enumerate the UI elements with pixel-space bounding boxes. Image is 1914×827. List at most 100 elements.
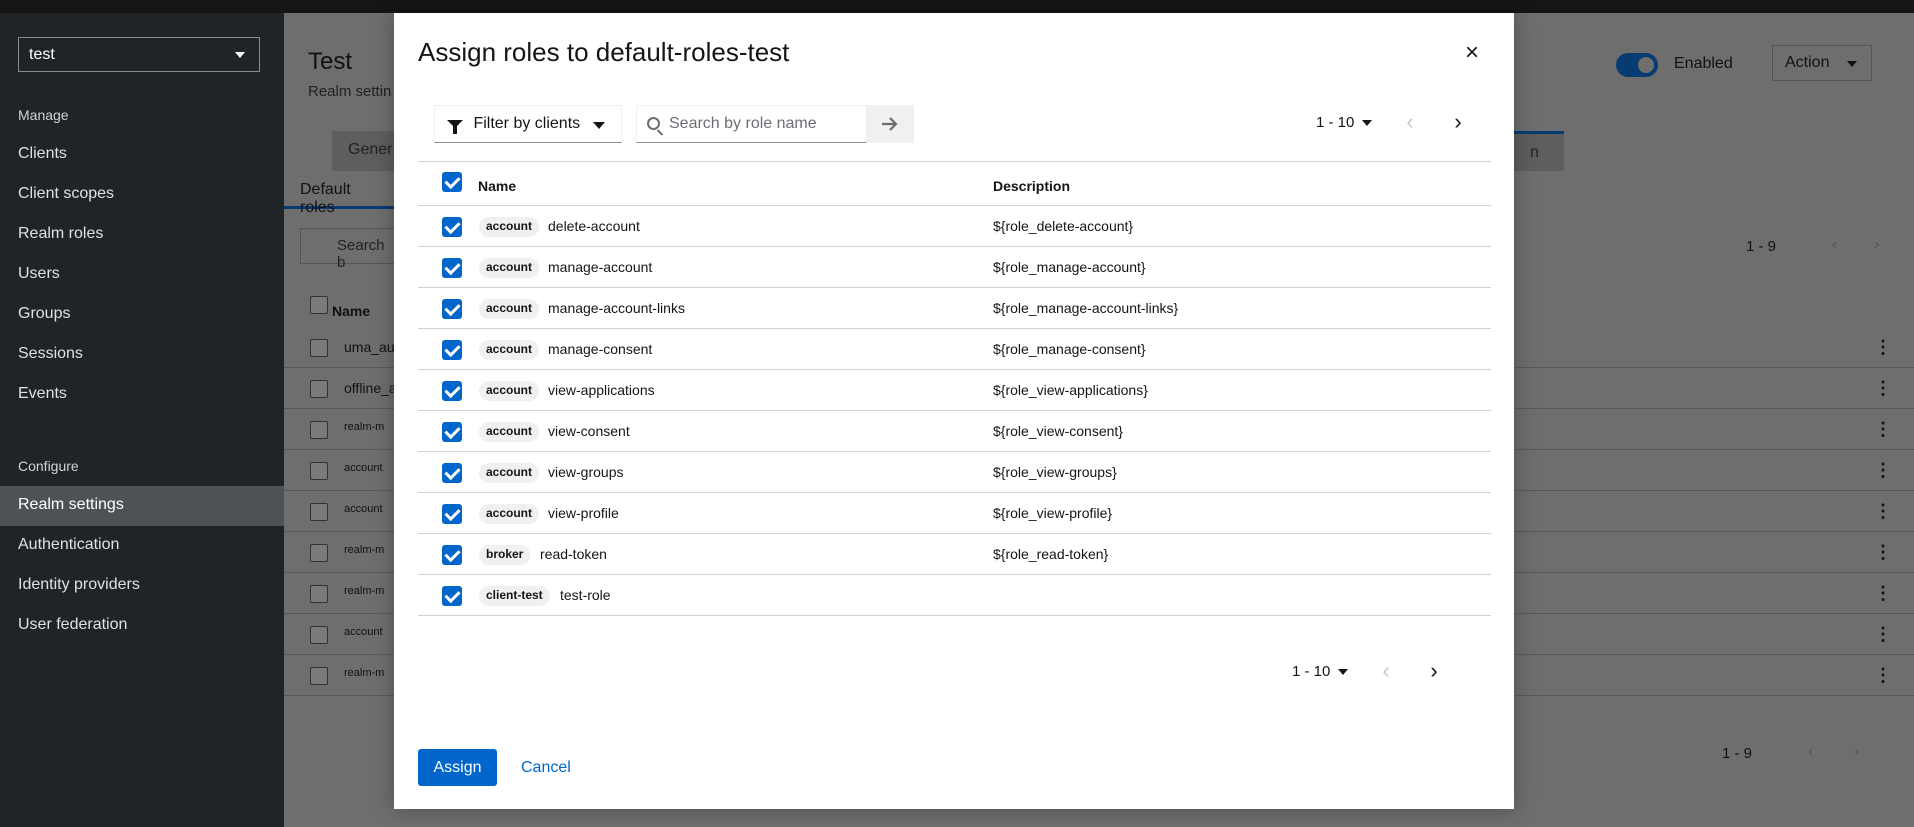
pagination-bottom-toggle[interactable]: 1 - 10 [1292, 663, 1349, 680]
background-name-header: Name [332, 303, 371, 319]
caret-down-icon [235, 52, 245, 58]
role-name: view-consent [548, 423, 630, 439]
arrow-right-icon [882, 117, 898, 131]
row-checkbox[interactable] [310, 339, 328, 357]
kebab-icon[interactable]: ⋮ [1874, 378, 1892, 399]
chevron-right-icon[interactable]: › [1448, 111, 1468, 133]
column-header-description: Description [993, 178, 1071, 194]
chevron-left-icon[interactable]: ‹ [1400, 111, 1420, 133]
row-checkbox[interactable] [442, 422, 462, 442]
chevron-left-icon[interactable]: ‹ [1376, 660, 1396, 682]
row-name: realm-m [344, 421, 385, 433]
row-checkbox[interactable] [310, 421, 328, 439]
row-checkbox[interactable] [310, 585, 328, 603]
assign-roles-modal: Assign roles to default-roles-test × Fil… [394, 13, 1514, 809]
sidebar-item-users[interactable]: Users [0, 255, 284, 295]
enabled-toggle[interactable] [1616, 53, 1658, 77]
table-row[interactable]: broker read-token ${role_read-token} [418, 534, 1491, 575]
row-checkbox[interactable] [442, 299, 462, 319]
sidebar-item-authentication[interactable]: Authentication [0, 526, 284, 566]
role-name: test-role [560, 587, 611, 603]
sidebar-item-realm-roles[interactable]: Realm roles [0, 215, 284, 255]
background-pagination-top[interactable]: 1 - 9 [1746, 238, 1776, 255]
kebab-icon[interactable]: ⋮ [1874, 419, 1892, 440]
subtab-default-roles[interactable]: Default roles [284, 173, 394, 216]
row-checkbox[interactable] [310, 503, 328, 521]
kebab-icon[interactable]: ⋮ [1874, 501, 1892, 522]
sidebar-item-groups[interactable]: Groups [0, 295, 284, 335]
table-row[interactable]: account view-applications ${role_view-ap… [418, 370, 1491, 411]
close-icon[interactable]: × [1460, 41, 1484, 65]
sidebar-item-identity-providers[interactable]: Identity providers [0, 566, 284, 606]
row-checkbox[interactable] [442, 258, 462, 278]
row-checkbox[interactable] [442, 586, 462, 606]
row-checkbox[interactable] [310, 380, 328, 398]
filter-by-clients-dropdown[interactable]: Filter by clients [434, 105, 622, 143]
row-checkbox[interactable] [310, 626, 328, 644]
tab-user-registration[interactable]: n [1514, 131, 1564, 171]
sidebar-item-client-scopes[interactable]: Client scopes [0, 175, 284, 215]
role-description: ${role_manage-account-links} [993, 300, 1179, 316]
sidebar-item-realm-settings[interactable]: Realm settings [0, 486, 284, 526]
search-input[interactable] [667, 106, 863, 142]
chevron-right-icon[interactable]: › [1874, 236, 1879, 254]
pagination-bottom-label: 1 - 10 [1292, 663, 1331, 680]
kebab-icon[interactable]: ⋮ [1874, 542, 1892, 563]
top-masthead [0, 0, 1914, 13]
row-checkbox[interactable] [442, 381, 462, 401]
caret-down-icon [1847, 61, 1857, 67]
page-title: Test [308, 48, 353, 75]
assign-button[interactable]: Assign [418, 749, 497, 786]
filter-icon [447, 119, 463, 134]
table-row[interactable]: account view-groups ${role_view-groups} [418, 452, 1491, 493]
table-row[interactable]: account view-consent ${role_view-consent… [418, 411, 1491, 452]
column-header-name: Name [478, 178, 517, 194]
caret-down-icon [593, 122, 605, 129]
sidebar-item-events[interactable]: Events [0, 375, 284, 415]
table-row[interactable]: account manage-account-links ${role_mana… [418, 288, 1491, 329]
row-name: realm-m [344, 544, 385, 556]
search-submit-button[interactable] [867, 105, 914, 143]
sidebar-item-user-federation[interactable]: User federation [0, 606, 284, 646]
table-row[interactable]: account manage-account ${role_manage-acc… [418, 247, 1491, 288]
row-checkbox[interactable] [310, 667, 328, 685]
role-name: view-groups [548, 464, 624, 480]
table-row[interactable]: account delete-account ${role_delete-acc… [418, 206, 1491, 247]
chevron-right-icon[interactable]: › [1854, 743, 1859, 761]
row-checkbox[interactable] [442, 545, 462, 565]
modal-title: Assign roles to default-roles-test [418, 37, 790, 67]
chevron-right-icon[interactable]: › [1424, 660, 1444, 682]
sidebar-item-clients[interactable]: Clients [0, 135, 284, 175]
chevron-left-icon[interactable]: ‹ [1808, 743, 1813, 761]
table-row[interactable]: client-test test-role [418, 575, 1491, 616]
kebab-icon[interactable]: ⋮ [1874, 665, 1892, 686]
table-row[interactable]: account manage-consent ${role_manage-con… [418, 329, 1491, 370]
chevron-left-icon[interactable]: ‹ [1832, 236, 1837, 254]
row-checkbox[interactable] [442, 217, 462, 237]
realm-selector[interactable]: test [18, 37, 260, 72]
role-name: manage-account [548, 259, 653, 275]
kebab-icon[interactable]: ⋮ [1874, 460, 1892, 481]
cancel-button[interactable]: Cancel [521, 759, 571, 777]
background-select-all-checkbox[interactable] [310, 296, 328, 314]
role-description: ${role_view-applications} [993, 382, 1148, 398]
background-pagination-bottom[interactable]: 1 - 9 [1722, 745, 1752, 762]
row-checkbox[interactable] [442, 504, 462, 524]
row-checkbox[interactable] [310, 544, 328, 562]
action-dropdown[interactable]: Action [1772, 45, 1872, 81]
select-all-checkbox[interactable] [442, 172, 462, 192]
row-checkbox[interactable] [310, 462, 328, 480]
row-checkbox[interactable] [442, 463, 462, 483]
role-name: read-token [540, 546, 607, 562]
kebab-icon[interactable]: ⋮ [1874, 624, 1892, 645]
pagination-top-label: 1 - 10 [1316, 114, 1355, 131]
sidebar-item-sessions[interactable]: Sessions [0, 335, 284, 375]
enabled-label: Enabled [1674, 55, 1733, 72]
role-description: ${role_view-consent} [993, 423, 1123, 439]
kebab-icon[interactable]: ⋮ [1874, 583, 1892, 604]
row-checkbox[interactable] [442, 340, 462, 360]
kebab-icon[interactable]: ⋮ [1874, 337, 1892, 358]
role-description: ${role_delete-account} [993, 218, 1134, 234]
pagination-top-toggle[interactable]: 1 - 10 [1316, 114, 1373, 131]
table-row[interactable]: account view-profile ${role_view-profile… [418, 493, 1491, 534]
